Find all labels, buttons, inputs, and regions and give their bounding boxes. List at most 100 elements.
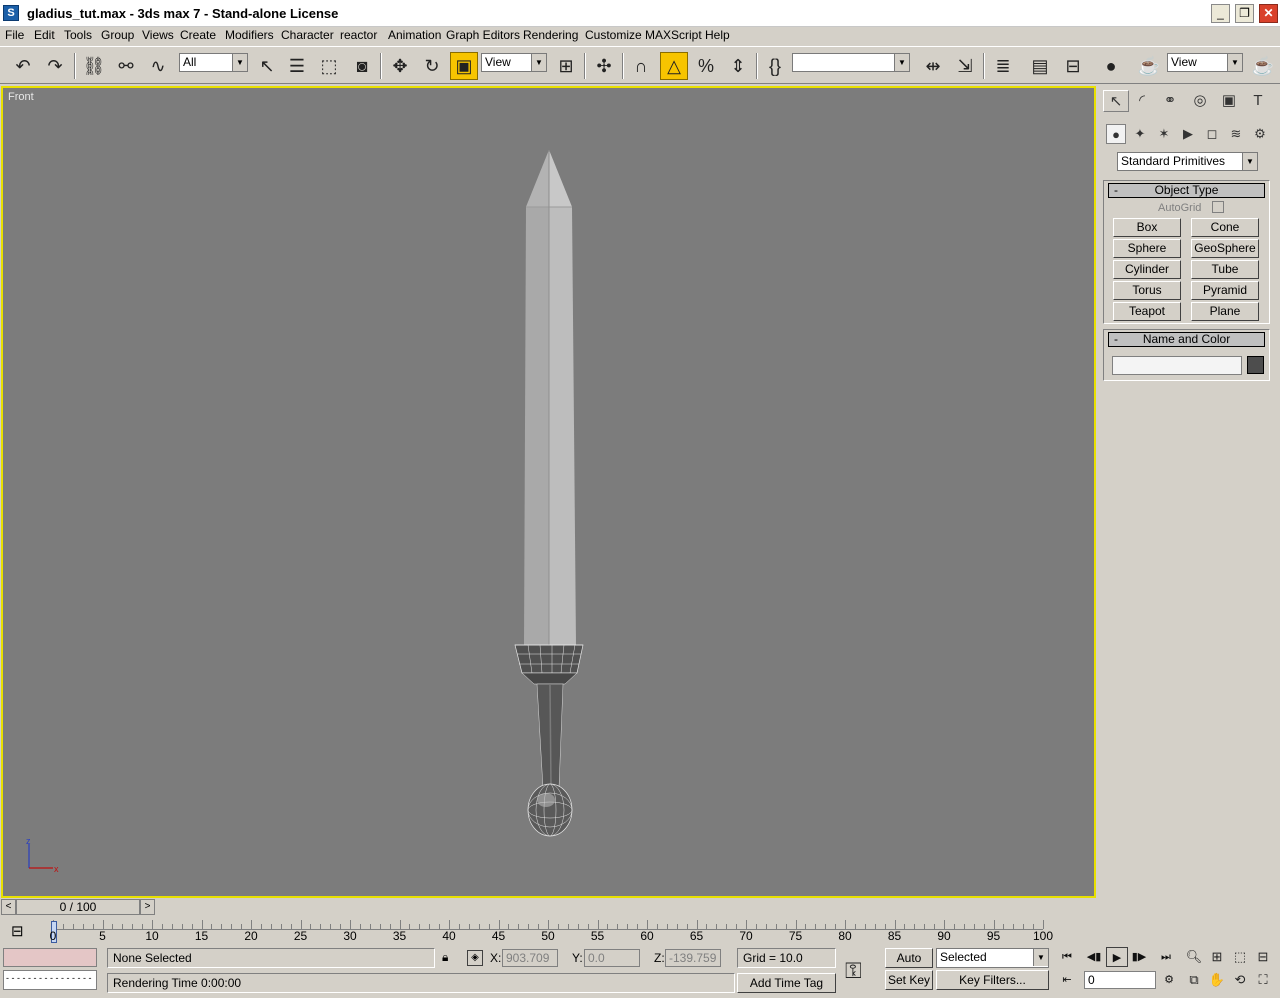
- edit-named-selection-icon[interactable]: {}: [761, 52, 789, 80]
- selection-filter-dropdown[interactable]: All ▼: [179, 53, 248, 72]
- gladius-sword-model[interactable]: [3, 88, 1094, 896]
- set-key-button[interactable]: Set Key: [885, 970, 933, 990]
- next-frame-arrow-icon[interactable]: >: [140, 899, 155, 915]
- menu-character[interactable]: Character: [281, 28, 334, 42]
- select-by-name-icon[interactable]: ☰: [283, 52, 311, 80]
- snap-toggle-icon[interactable]: ∩: [627, 52, 655, 80]
- menu-rendering[interactable]: Rendering: [523, 28, 578, 42]
- undo-icon[interactable]: ↶: [9, 52, 37, 80]
- unlink-icon[interactable]: ⚯: [112, 52, 140, 80]
- current-frame-input[interactable]: 0: [1084, 971, 1156, 989]
- menu-customize[interactable]: Customize: [585, 28, 642, 42]
- rectangular-selection-icon[interactable]: ⬚: [315, 52, 343, 80]
- sphere-button[interactable]: Sphere: [1113, 239, 1181, 258]
- window-crossing-icon[interactable]: ◙: [348, 52, 376, 80]
- modify-tab-icon[interactable]: ◜: [1129, 90, 1155, 112]
- maximize-viewport-icon[interactable]: ⛶: [1252, 970, 1274, 990]
- teapot-button[interactable]: Teapot: [1113, 302, 1181, 321]
- render-scene-icon[interactable]: ☕: [1135, 52, 1163, 80]
- menu-views[interactable]: Views: [142, 28, 174, 42]
- goto-end-icon[interactable]: ⏭: [1155, 947, 1177, 967]
- space-warps-category-icon[interactable]: ≋: [1226, 124, 1246, 144]
- key-mode-toggle-icon[interactable]: ⇤: [1056, 970, 1078, 990]
- menu-reactor[interactable]: reactor: [340, 28, 377, 42]
- close-button[interactable]: ✕: [1259, 4, 1278, 23]
- zoom-all-icon[interactable]: ⊞: [1206, 947, 1228, 967]
- previous-frame-icon[interactable]: ◀▮: [1083, 947, 1105, 967]
- menu-maxscript[interactable]: MAXScript: [645, 28, 702, 42]
- select-and-manipulate-icon[interactable]: ✣: [590, 52, 618, 80]
- angle-snap-icon[interactable]: △: [660, 52, 688, 80]
- shapes-category-icon[interactable]: ✦: [1130, 124, 1150, 144]
- object-color-swatch[interactable]: [1247, 356, 1264, 374]
- named-selection-dropdown[interactable]: ▼: [792, 53, 910, 72]
- menu-modifiers[interactable]: Modifiers: [225, 28, 274, 42]
- zoom-extents-icon[interactable]: ⬚: [1229, 947, 1251, 967]
- key-mode-dropdown[interactable]: Selected ▼: [936, 948, 1049, 968]
- time-configuration-icon[interactable]: ⚙: [1158, 970, 1180, 990]
- percent-snap-icon[interactable]: %: [692, 52, 720, 80]
- create-tab-icon[interactable]: ↖: [1103, 90, 1129, 112]
- quick-render-icon[interactable]: ☕: [1249, 52, 1277, 80]
- prev-frame-arrow-icon[interactable]: <: [1, 899, 16, 915]
- autogrid-checkbox[interactable]: [1212, 201, 1224, 213]
- goto-start-icon[interactable]: ⏮: [1056, 947, 1078, 967]
- name-color-header[interactable]: - Name and Color: [1108, 332, 1265, 347]
- cameras-category-icon[interactable]: ▶: [1178, 124, 1198, 144]
- motion-tab-icon[interactable]: ◎: [1187, 90, 1213, 112]
- menu-edit[interactable]: Edit: [34, 28, 55, 42]
- material-editor-icon[interactable]: ●: [1097, 52, 1125, 80]
- display-tab-icon[interactable]: ▣: [1216, 90, 1242, 112]
- maxscript-listener-input[interactable]: [3, 948, 97, 967]
- pyramid-button[interactable]: Pyramid: [1191, 281, 1259, 300]
- zoom-icon[interactable]: 🔍︎: [1183, 947, 1205, 967]
- mini-curve-editor-icon[interactable]: ⊟: [11, 922, 24, 940]
- systems-category-icon[interactable]: ⚙: [1250, 124, 1270, 144]
- selection-lock-icon[interactable]: 🔒︎: [442, 950, 448, 965]
- layer-manager-icon[interactable]: ≣: [989, 52, 1017, 80]
- pan-icon[interactable]: ✋: [1206, 970, 1228, 990]
- add-time-tag-button[interactable]: Add Time Tag: [737, 973, 836, 993]
- maxscript-output[interactable]: - - - - - - - - - - - - - - - -: [3, 970, 97, 990]
- bind-space-warp-icon[interactable]: ∿: [144, 52, 172, 80]
- menu-file[interactable]: File: [5, 28, 24, 42]
- select-object-icon[interactable]: ↖: [253, 52, 281, 80]
- region-zoom-icon[interactable]: ⧉: [1183, 970, 1205, 990]
- y-coordinate-input[interactable]: 0.0: [584, 949, 640, 967]
- select-and-link-icon[interactable]: ⛓: [80, 52, 108, 80]
- z-coordinate-input[interactable]: -139.759: [665, 949, 721, 967]
- geometry-category-icon[interactable]: ●: [1106, 124, 1126, 144]
- render-view-dropdown[interactable]: View ▼: [1167, 53, 1243, 72]
- align-icon[interactable]: ⇲: [951, 52, 979, 80]
- front-viewport[interactable]: Front z x: [1, 86, 1096, 898]
- lights-category-icon[interactable]: ✶: [1154, 124, 1174, 144]
- hierarchy-tab-icon[interactable]: ⚭: [1157, 90, 1183, 112]
- spinner-snap-icon[interactable]: ⇕: [724, 52, 752, 80]
- track-bar[interactable]: ⊟ 0 5 10 15 20 25 30 35 40 45 50 55 60 65 70 75 80 85 90 95…: [0, 916, 1098, 946]
- next-frame-icon[interactable]: ▮▶: [1128, 947, 1150, 967]
- maximize-button[interactable]: ❐: [1235, 4, 1254, 23]
- menu-graph-editors[interactable]: Graph Editors: [446, 28, 520, 42]
- torus-button[interactable]: Torus: [1113, 281, 1181, 300]
- cone-button[interactable]: Cone: [1191, 218, 1259, 237]
- move-icon[interactable]: ✥: [386, 52, 414, 80]
- box-button[interactable]: Box: [1113, 218, 1181, 237]
- key-filters-button[interactable]: Key Filters...: [936, 970, 1049, 990]
- tube-button[interactable]: Tube: [1191, 260, 1259, 279]
- reference-coordinate-dropdown[interactable]: View ▼: [481, 53, 547, 72]
- play-icon[interactable]: ▶: [1106, 947, 1128, 967]
- x-coordinate-input[interactable]: 903.709: [502, 949, 558, 967]
- menu-tools[interactable]: Tools: [64, 28, 92, 42]
- menu-help[interactable]: Help: [705, 28, 730, 42]
- time-slider[interactable]: 0 / 100: [16, 899, 140, 915]
- cylinder-button[interactable]: Cylinder: [1113, 260, 1181, 279]
- pivot-center-icon[interactable]: ⊞: [552, 52, 580, 80]
- curve-editor-icon[interactable]: ▤: [1026, 52, 1054, 80]
- primitive-type-dropdown[interactable]: Standard Primitives ▼: [1117, 152, 1258, 171]
- object-name-input[interactable]: [1112, 356, 1242, 375]
- menu-animation[interactable]: Animation: [388, 28, 441, 42]
- schematic-view-icon[interactable]: ⊟: [1059, 52, 1087, 80]
- minimize-button[interactable]: _: [1211, 4, 1230, 23]
- redo-icon[interactable]: ↷: [41, 52, 69, 80]
- menu-group[interactable]: Group: [101, 28, 134, 42]
